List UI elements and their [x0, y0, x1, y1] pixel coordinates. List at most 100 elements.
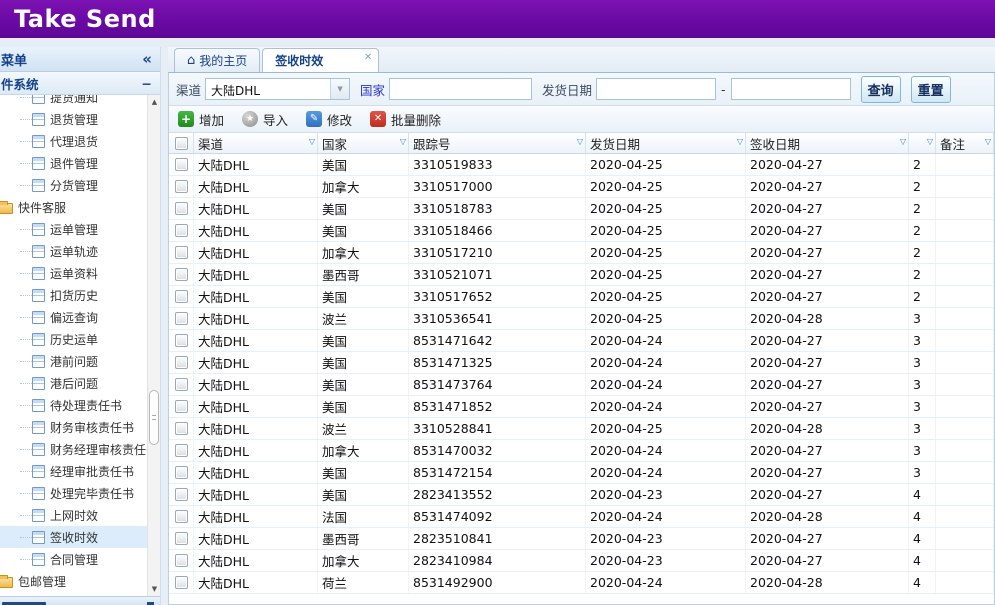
sidebar-item[interactable]: 包邮管理	[0, 570, 147, 592]
table-row[interactable]: 大陆DHL 美国 8531471642 2020-04-24 2020-04-2…	[169, 330, 994, 352]
edit-button[interactable]: ✎ 修改	[306, 110, 352, 129]
row-checkbox[interactable]	[175, 576, 188, 589]
row-checkbox[interactable]	[175, 400, 188, 413]
table-row[interactable]: 大陆DHL 墨西哥 2823510841 2020-04-23 2020-04-…	[169, 528, 994, 550]
date-from-input[interactable]	[596, 78, 716, 100]
table-row[interactable]: 大陆DHL 加拿大 8531470032 2020-04-24 2020-04-…	[169, 440, 994, 462]
sidebar-item[interactable]: 合同管理	[0, 548, 147, 570]
col-ship-date[interactable]: 发货日期 ▽	[586, 133, 746, 153]
row-checkbox[interactable]	[175, 378, 188, 391]
filter-sign-date-icon[interactable]: ▽	[900, 138, 906, 146]
collapse-section-icon[interactable]: −	[142, 76, 152, 91]
col-tracking[interactable]: 跟踪号 ▽	[409, 133, 586, 153]
table-row[interactable]: 大陆DHL 美国 3310518466 2020-04-25 2020-04-2…	[169, 220, 994, 242]
table-row[interactable]: 大陆DHL 美国 3310517652 2020-04-25 2020-04-2…	[169, 286, 994, 308]
filter-country-icon[interactable]: ▽	[400, 138, 406, 146]
sidebar-item[interactable]: 代理退货	[0, 130, 147, 152]
table-row[interactable]: 大陆DHL 美国 3310519833 2020-04-25 2020-04-2…	[169, 154, 994, 176]
col-channel[interactable]: 渠道 ▽	[194, 133, 318, 153]
row-checkbox[interactable]	[175, 290, 188, 303]
table-row[interactable]: 大陆DHL 美国 8531472154 2020-04-24 2020-04-2…	[169, 462, 994, 484]
row-checkbox[interactable]	[175, 554, 188, 567]
table-row[interactable]: 大陆DHL 加拿大 3310517000 2020-04-25 2020-04-…	[169, 176, 994, 198]
filter-ship-date-icon[interactable]: ▽	[737, 138, 743, 146]
table-row[interactable]: 大陆DHL 加拿大 3310517210 2020-04-25 2020-04-…	[169, 242, 994, 264]
sidebar-item[interactable]: 财务经理审核责任书	[0, 438, 147, 460]
country-input[interactable]	[389, 78, 532, 100]
row-checkbox[interactable]	[175, 180, 188, 193]
table-row[interactable]: 大陆DHL 美国 2823413552 2020-04-23 2020-04-2…	[169, 484, 994, 506]
row-checkbox[interactable]	[175, 466, 188, 479]
col-remark[interactable]: 备注 ▽	[936, 133, 994, 153]
sidebar-collapse-icon[interactable]: «	[142, 52, 152, 67]
query-button[interactable]: 查询	[861, 76, 901, 103]
col-days[interactable]: ▽	[909, 133, 936, 153]
row-checkbox[interactable]	[175, 532, 188, 545]
sidebar-item[interactable]: 提货通知	[0, 95, 147, 108]
row-checkbox[interactable]	[175, 488, 188, 501]
sidebar-item[interactable]: 港后问题	[0, 372, 147, 394]
col-country[interactable]: 国家 ▽	[318, 133, 409, 153]
scroll-down-icon[interactable]: ▼	[148, 582, 160, 596]
sidebar-item[interactable]: 退件管理	[0, 152, 147, 174]
sidebar-item[interactable]: 分货管理	[0, 174, 147, 196]
row-checkbox[interactable]	[175, 444, 188, 457]
filter-days-icon[interactable]: ▽	[927, 138, 933, 146]
sidebar-splitter[interactable]	[161, 47, 168, 605]
row-checkbox[interactable]	[175, 312, 188, 325]
sidebar-item[interactable]: 经理审批责任书	[0, 460, 147, 482]
table-row[interactable]: 大陆DHL 加拿大 2823410984 2020-04-23 2020-04-…	[169, 550, 994, 572]
sidebar-item[interactable]: 历史运单	[0, 328, 147, 350]
reset-button[interactable]: 重置	[911, 76, 951, 103]
channel-combobox[interactable]: 大陆DHL ▼	[205, 78, 350, 100]
table-row[interactable]: 大陆DHL 美国 8531471325 2020-04-24 2020-04-2…	[169, 352, 994, 374]
row-checkbox[interactable]	[175, 202, 188, 215]
add-button[interactable]: + 增加	[178, 110, 224, 129]
table-row[interactable]: 大陆DHL 法国 8531474092 2020-04-24 2020-04-2…	[169, 506, 994, 528]
sidebar-item[interactable]: 待处理责任书	[0, 394, 147, 416]
date-to-input[interactable]	[731, 78, 851, 100]
sidebar-section-clipped[interactable]	[0, 596, 160, 605]
sidebar-section-header[interactable]: 件系统 −	[0, 72, 160, 95]
row-checkbox[interactable]	[175, 224, 188, 237]
filter-remark-icon[interactable]: ▽	[985, 138, 991, 146]
row-checkbox[interactable]	[175, 334, 188, 347]
filter-tracking-icon[interactable]: ▽	[577, 138, 583, 146]
sidebar-scrollbar[interactable]: ▲ ▼	[147, 95, 160, 596]
row-checkbox[interactable]	[175, 246, 188, 259]
sidebar-item[interactable]: 财务审核责任书	[0, 416, 147, 438]
row-checkbox[interactable]	[175, 356, 188, 369]
row-checkbox[interactable]	[175, 158, 188, 171]
sidebar-item[interactable]: 处理完毕责任书	[0, 482, 147, 504]
sidebar-item[interactable]: 上网时效	[0, 504, 147, 526]
sidebar-item[interactable]: 偏远查询	[0, 306, 147, 328]
row-checkbox[interactable]	[175, 422, 188, 435]
close-tab-icon[interactable]: ✕	[364, 52, 372, 63]
filter-channel-icon[interactable]: ▽	[309, 138, 315, 146]
col-sign-date[interactable]: 签收日期 ▽	[746, 133, 909, 153]
table-row[interactable]: 大陆DHL 美国 3310518783 2020-04-25 2020-04-2…	[169, 198, 994, 220]
import-button[interactable]: ★ 导入	[242, 110, 288, 129]
row-checkbox[interactable]	[175, 510, 188, 523]
scroll-up-icon[interactable]: ▲	[148, 95, 160, 109]
sidebar-item[interactable]: 运单管理	[0, 218, 147, 240]
row-checkbox[interactable]	[175, 268, 188, 281]
table-row[interactable]: 大陆DHL 波兰 3310536541 2020-04-25 2020-04-2…	[169, 308, 994, 330]
sidebar-item[interactable]: 运单资料	[0, 262, 147, 284]
combo-arrow-icon[interactable]: ▼	[330, 79, 349, 99]
sidebar-item[interactable]: 快件客服	[0, 196, 147, 218]
table-row[interactable]: 大陆DHL 美国 8531471852 2020-04-24 2020-04-2…	[169, 396, 994, 418]
sidebar-item[interactable]: 运单轨迹	[0, 240, 147, 262]
tab-home[interactable]: ⌂ 我的主页	[174, 48, 260, 72]
table-row[interactable]: 大陆DHL 墨西哥 3310521071 2020-04-25 2020-04-…	[169, 264, 994, 286]
tab-sign-aging[interactable]: 签收时效 ✕	[262, 48, 379, 72]
sidebar-item[interactable]: 签收时效	[0, 526, 147, 548]
select-all-checkbox[interactable]	[175, 137, 188, 150]
scrollbar-thumb[interactable]	[149, 390, 159, 445]
table-row[interactable]: 大陆DHL 美国 8531473764 2020-04-24 2020-04-2…	[169, 374, 994, 396]
sidebar-item[interactable]: 港前问题	[0, 350, 147, 372]
batch-delete-button[interactable]: ✕ 批量删除	[370, 110, 441, 129]
sidebar-item[interactable]: 扣货历史	[0, 284, 147, 306]
table-row[interactable]: 大陆DHL 荷兰 8531492900 2020-04-24 2020-04-2…	[169, 572, 994, 594]
sidebar-item[interactable]: 退货管理	[0, 108, 147, 130]
